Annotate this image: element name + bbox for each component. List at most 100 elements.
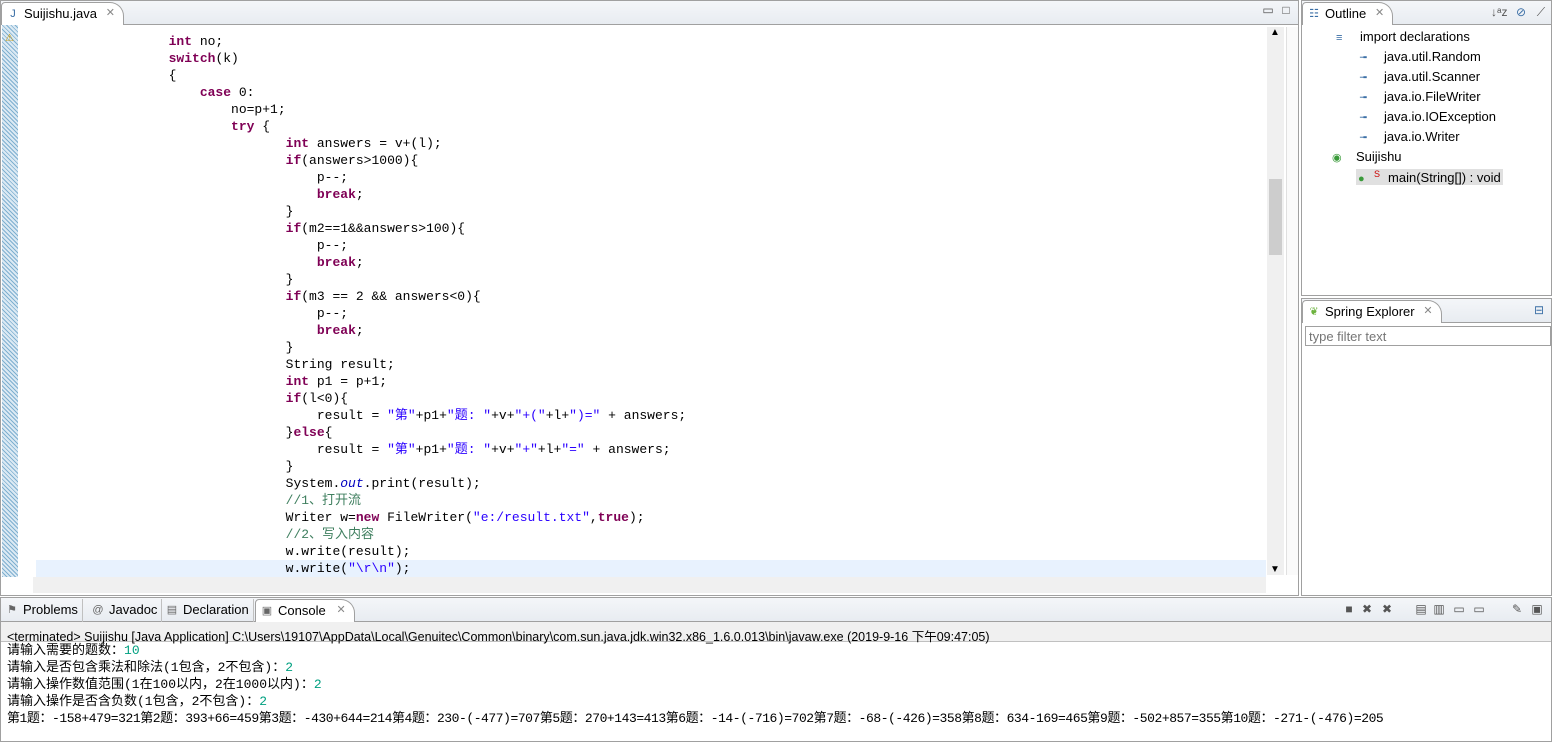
code-token: p--; xyxy=(36,238,349,253)
console-process-header: <terminated> Suijishu [Java Application]… xyxy=(1,622,1551,644)
remove-all-icon[interactable]: ✖ xyxy=(1379,602,1395,618)
outline-item[interactable]: ╼ java.io.FileWriter xyxy=(1360,89,1481,104)
tab-problems[interactable]: ⚑ Problems xyxy=(1,599,83,622)
code-token: +p1+ xyxy=(415,442,447,457)
code-token: (m3 == 2 && answers<0){ xyxy=(301,289,481,304)
code-token: int xyxy=(285,136,310,151)
collapse-all-icon[interactable]: ⊟ xyxy=(1531,303,1547,319)
code-line: int p1 = p+1; xyxy=(36,373,1266,390)
code-token: } xyxy=(36,204,294,219)
code-line: if(m2==1&&answers>100){ xyxy=(36,220,1266,237)
outline-icon: ☷ xyxy=(1309,8,1319,20)
code-token: ")=" xyxy=(569,408,601,423)
show-on-stderr-icon[interactable]: ▭ xyxy=(1471,602,1487,618)
hide-static-icon[interactable]: ⟋ xyxy=(1533,5,1549,21)
close-icon[interactable]: ✕ xyxy=(336,603,345,616)
scroll-up-icon[interactable]: ▲ xyxy=(1270,27,1280,38)
code-line: p--; xyxy=(36,169,1266,186)
outline-pane: ☷ Outline ✕ ↓ᵃz ⊘ ⟋ ≡ import declarations… xyxy=(1301,0,1552,296)
code-line: no=p+1; xyxy=(36,101,1266,118)
scroll-down-icon[interactable]: ▼ xyxy=(1270,564,1280,575)
code-token: } xyxy=(36,340,294,355)
pin-console-icon[interactable]: ✎ xyxy=(1509,602,1525,618)
outline-item-label: import declarations xyxy=(1360,29,1470,44)
outline-item[interactable]: ◉ Suijishu xyxy=(1332,149,1402,164)
outline-item[interactable]: ╼ java.util.Random xyxy=(1360,49,1481,64)
console-user-input: 2 xyxy=(259,694,268,709)
code-token: int xyxy=(285,374,310,389)
tab-spring-explorer[interactable]: ❦ Spring Explorer ✕ xyxy=(1302,300,1442,323)
code-line: result = "第"+p1+"题: "+v+"+"+l+"=" + answ… xyxy=(36,441,1266,458)
clear-console-icon[interactable]: ▤ xyxy=(1413,602,1429,618)
code-token: result = xyxy=(36,408,388,423)
code-line: break; xyxy=(36,186,1266,203)
code-token: } xyxy=(36,459,294,474)
console-line: 请输入需要的题数：10 xyxy=(7,642,1383,659)
display-console-icon[interactable]: ▣ xyxy=(1529,602,1545,618)
console-line: 请输入操作是否含负数(1包含，2不包含)：2 xyxy=(7,693,1383,710)
bottom-tabbar: ⚑ Problems @ Javadoc ▤ Declaration ▣ Console ✕ ■ ✖… xyxy=(1,598,1551,622)
import-icon: ╼ xyxy=(1360,52,1367,64)
tab-declaration[interactable]: ▤ Declaration xyxy=(161,599,254,622)
code-line: int no; xyxy=(36,33,1266,50)
console-result-line: 第1题：-158+479=321第2题：393+66=459第3题：-430+6… xyxy=(7,711,1384,726)
javadoc-icon: @ xyxy=(92,604,104,616)
filter-input[interactable] xyxy=(1305,326,1551,346)
code-token: "题: " xyxy=(446,408,492,423)
tab-console[interactable]: ▣ Console ✕ xyxy=(255,599,355,622)
scrollbar-thumb[interactable] xyxy=(1269,179,1282,255)
remove-launch-icon[interactable]: ✖ xyxy=(1359,602,1375,618)
code-line: break; xyxy=(36,254,1266,271)
code-token: no; xyxy=(192,34,224,49)
hide-fields-icon[interactable]: ⊘ xyxy=(1513,5,1529,21)
spring-tabbar: ❦ Spring Explorer ✕ ⊟ xyxy=(1302,299,1551,323)
code-token: w.write(result); xyxy=(36,544,411,559)
method-icon: ● xyxy=(1358,173,1365,186)
tab-outline[interactable]: ☷ Outline ✕ xyxy=(1302,2,1394,25)
class-icon: ◉ xyxy=(1332,152,1342,164)
code-token: "=" xyxy=(561,442,585,457)
tab-suijishu-java[interactable]: J Suijishu.java ✕ xyxy=(1,2,124,25)
import-icon: ╼ xyxy=(1360,132,1367,144)
outline-item-label: Suijishu xyxy=(1356,149,1402,164)
code-editor[interactable]: int no; switch(k) { case 0: no=p+1; try … xyxy=(36,33,1266,577)
terminate-icon[interactable]: ■ xyxy=(1341,602,1357,618)
minimize-icon[interactable]: ▭ xyxy=(1260,3,1276,19)
outline-item[interactable]: ╼ java.io.IOException xyxy=(1360,109,1496,124)
outline-item[interactable]: ≡ import declarations xyxy=(1336,29,1470,44)
vertical-scrollbar[interactable]: ▲ ▼ xyxy=(1267,27,1284,575)
outline-item[interactable]: ● Smain(String[]) : void xyxy=(1356,169,1503,186)
editor-tabbar: J Suijishu.java ✕ ▭ □ xyxy=(1,1,1298,25)
code-line: String result; xyxy=(36,356,1266,373)
code-line: if(answers>1000){ xyxy=(36,152,1266,169)
outline-item[interactable]: ╼ java.io.Writer xyxy=(1360,129,1460,144)
tab-label: Outline xyxy=(1325,6,1367,21)
sort-icon[interactable]: ↓ᵃz xyxy=(1491,5,1507,21)
code-token: "e:/result.txt" xyxy=(472,510,590,525)
outline-item[interactable]: ╼ java.util.Scanner xyxy=(1360,69,1480,84)
static-badge: S xyxy=(1374,169,1381,179)
console-output[interactable]: 请输入需要的题数：10 请输入是否包含乘法和除法(1包含，2不包含)：2 请输入操作… xyxy=(7,642,1384,727)
code-token: (m2==1&&answers>100){ xyxy=(301,221,466,236)
maximize-icon[interactable]: □ xyxy=(1278,3,1294,19)
horizontal-scrollbar[interactable] xyxy=(33,577,1266,593)
tab-javadoc[interactable]: @ Javadoc xyxy=(87,599,163,622)
code-token: (l<0){ xyxy=(301,391,349,406)
code-token: ; xyxy=(355,323,364,338)
code-line: switch(k) xyxy=(36,50,1266,67)
change-ruler xyxy=(2,25,18,577)
code-line: }else{ xyxy=(36,424,1266,441)
code-token: switch xyxy=(168,51,216,66)
code-token: out xyxy=(340,476,364,491)
close-icon[interactable]: ✕ xyxy=(106,6,115,19)
show-on-stdout-icon[interactable]: ▭ xyxy=(1451,602,1467,618)
close-icon[interactable]: ✕ xyxy=(1375,6,1384,19)
tab-label: Suijishu.java xyxy=(24,6,97,21)
code-line: break; xyxy=(36,322,1266,339)
close-icon[interactable]: ✕ xyxy=(1423,304,1432,317)
scroll-lock-icon[interactable]: ▥ xyxy=(1431,602,1447,618)
code-line: Writer w=new FileWriter("e:/result.txt",… xyxy=(36,509,1266,526)
